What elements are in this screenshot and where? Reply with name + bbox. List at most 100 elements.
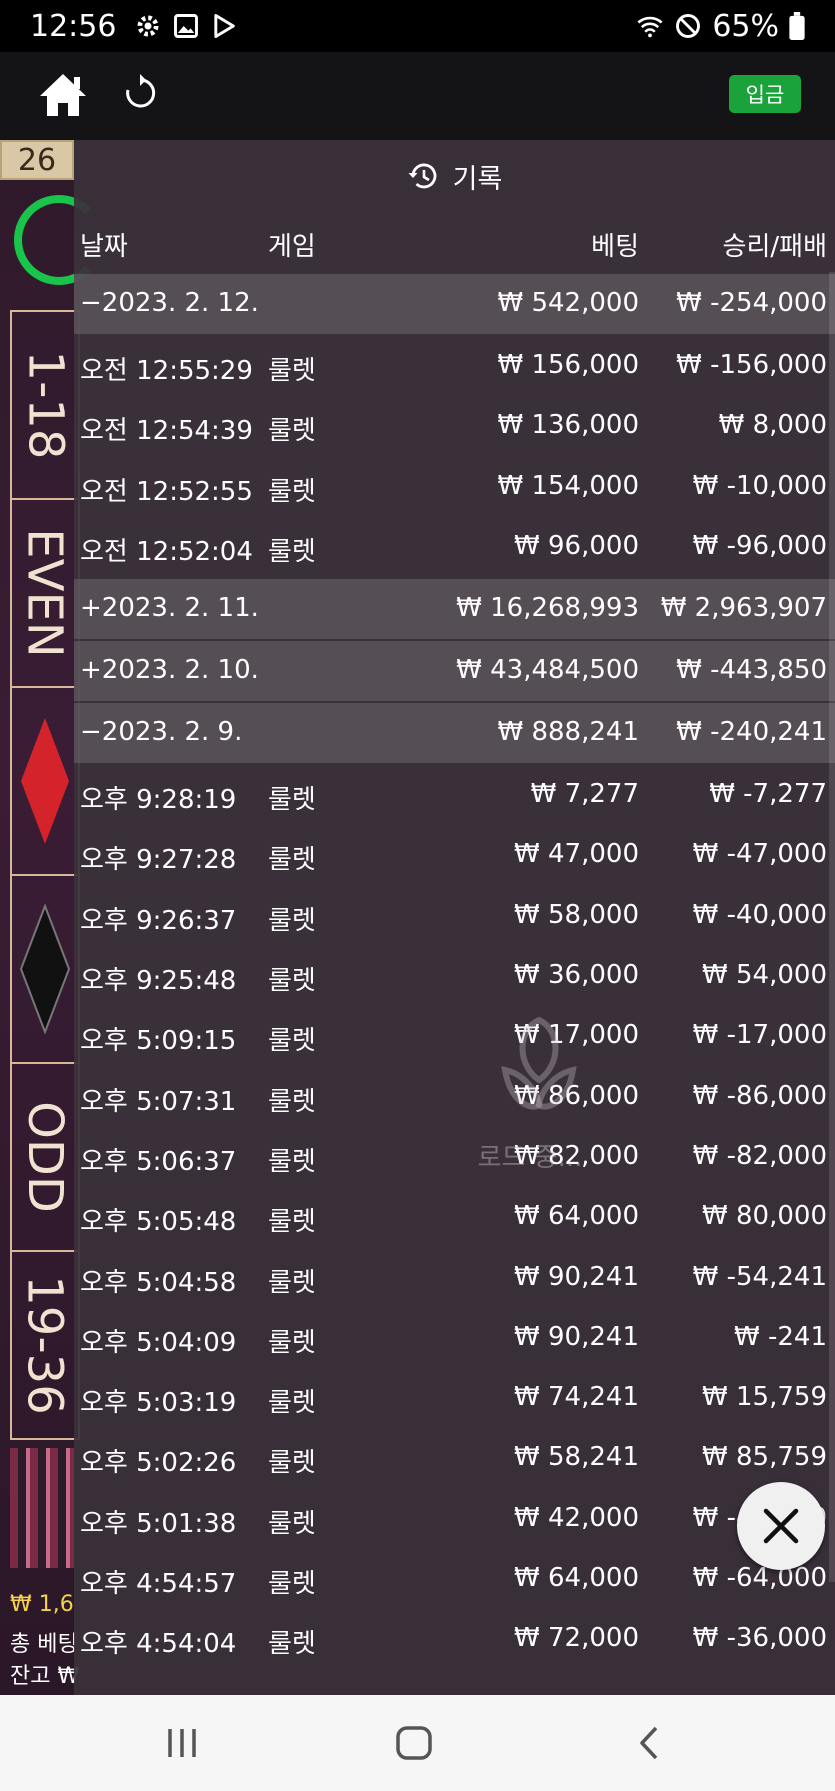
history-row[interactable]: 오후 9:25:48 룰렛 ₩ 36,000 ₩ 54,000 bbox=[74, 946, 835, 1006]
row-win-loss: ₩ 80,000 bbox=[702, 1201, 827, 1232]
date-group-row[interactable]: +2023. 2. 10. ₩ 43,484,500 ₩ -443,850 bbox=[74, 641, 835, 702]
recents-icon[interactable] bbox=[162, 1723, 202, 1763]
date-group-row[interactable]: −2023. 2. 9. ₩ 888,241 ₩ -240,241 bbox=[74, 703, 835, 764]
history-row[interactable]: 오후 4:54:04 룰렛 ₩ 72,000 ₩ -36,000 bbox=[74, 1609, 835, 1669]
history-row[interactable]: 오후 5:03:19 룰렛 ₩ 74,241 ₩ 15,759 bbox=[74, 1368, 835, 1428]
bet-cell-even[interactable]: EVEN bbox=[10, 498, 80, 686]
close-icon bbox=[763, 1508, 799, 1544]
row-bet: ₩ 58,241 bbox=[514, 1442, 639, 1473]
scrollbar[interactable] bbox=[829, 272, 835, 1582]
date-group-row[interactable]: −2023. 2. 12. ₩ 542,000 ₩ -254,000 bbox=[74, 274, 835, 334]
row-date: 오후 5:05:48 bbox=[80, 1207, 237, 1238]
row-bet: ₩ 542,000 bbox=[497, 288, 640, 318]
history-row[interactable]: 오전 12:52:04 룰렛 ₩ 96,000 ₩ -96,000 bbox=[74, 517, 835, 577]
row-bet: ₩ 90,241 bbox=[514, 1261, 639, 1292]
row-win-loss: ₩ -36,000 bbox=[692, 1623, 827, 1654]
bet-cell-1-18[interactable]: 1-18 bbox=[10, 310, 80, 498]
row-game: 룰렛 bbox=[268, 1267, 316, 1298]
row-date: 오후 5:06:37 bbox=[80, 1146, 237, 1177]
history-row[interactable]: 오후 5:05:48 룰렛 ₩ 64,000 ₩ 80,000 bbox=[74, 1187, 835, 1247]
row-win-loss: ₩ -54,241 bbox=[692, 1261, 827, 1292]
loading-text: 로드 중... bbox=[477, 1143, 583, 1173]
bet-cell-red[interactable] bbox=[10, 686, 80, 874]
history-row[interactable]: 오후 9:26:37 룰렛 ₩ 58,000 ₩ -40,000 bbox=[74, 886, 835, 946]
header-game: 게임 bbox=[268, 232, 316, 262]
bet-cell-odd[interactable]: ODD bbox=[10, 1062, 80, 1250]
row-bet: ₩ 7,277 bbox=[530, 779, 639, 810]
balance-amount: ₩ 1,6 bbox=[10, 1592, 74, 1617]
history-row[interactable]: 오후 4:54:57 룰렛 ₩ 64,000 ₩ -64,000 bbox=[74, 1549, 835, 1609]
top-app-bar: 입금 bbox=[0, 52, 835, 140]
back-icon[interactable] bbox=[630, 1723, 670, 1763]
system-nav-bar bbox=[0, 1695, 835, 1791]
row-game: 룰렛 bbox=[268, 1207, 316, 1238]
row-game: 룰렛 bbox=[268, 1026, 316, 1057]
row-date: 오후 9:26:37 bbox=[80, 905, 237, 936]
row-win-loss: ₩ -40,000 bbox=[692, 899, 827, 930]
row-date: −2023. 2. 12. bbox=[80, 288, 259, 318]
row-win-loss: ₩ 85,759 bbox=[702, 1442, 827, 1473]
date-group-row[interactable]: +2023. 2. 11. ₩ 16,268,993 ₩ 2,963,907 bbox=[74, 579, 835, 640]
row-win-loss: ₩ -82,000 bbox=[692, 1140, 827, 1171]
row-date: 오전 12:55:29 bbox=[80, 356, 253, 386]
row-date: 오전 12:52:04 bbox=[80, 536, 253, 567]
row-game: 룰렛 bbox=[268, 1569, 316, 1600]
balance-label: 잔고 ₩ bbox=[10, 1664, 80, 1689]
row-date: 오후 5:04:58 bbox=[80, 1267, 237, 1298]
history-row[interactable]: 오전 12:52:55 룰렛 ₩ 154,000 ₩ -10,000 bbox=[74, 457, 835, 517]
history-row[interactable]: 오전 12:54:39 룰렛 ₩ 136,000 ₩ 8,000 bbox=[74, 396, 835, 456]
header-bet: 베팅 bbox=[591, 232, 639, 262]
history-row[interactable]: 오후 5:09:15 룰렛 ₩ 17,000 ₩ -17,000 bbox=[74, 1006, 835, 1066]
dealer-video-thumbnail[interactable] bbox=[10, 1448, 74, 1568]
wifi-icon bbox=[637, 16, 663, 38]
row-bet: ₩ 74,241 bbox=[514, 1382, 639, 1413]
history-row[interactable]: 오후 5:06:37 룰렛 ₩ 82,000 ₩ -82,000 bbox=[74, 1127, 835, 1187]
history-row[interactable]: 오후 9:28:19 룰렛 ₩ 7,277 ₩ -7,277 bbox=[74, 765, 835, 825]
row-bet: ₩ 136,000 bbox=[497, 410, 640, 441]
history-row[interactable]: 오후 5:02:26 룰렛 ₩ 58,241 ₩ 85,759 bbox=[74, 1428, 835, 1488]
history-row[interactable]: 오전 12:55:29 룰렛 ₩ 156,000 ₩ -156,000 bbox=[74, 336, 835, 396]
row-game: 룰렛 bbox=[268, 845, 316, 876]
row-win-loss: ₩ -443,850 bbox=[676, 655, 827, 686]
bet-cell-19-36[interactable]: 19-36 bbox=[10, 1250, 80, 1440]
panel-title-text: 기록 bbox=[452, 163, 503, 195]
row-win-loss: ₩ -7,277 bbox=[709, 779, 827, 810]
close-button[interactable] bbox=[737, 1482, 825, 1570]
row-date: +2023. 2. 10. bbox=[80, 655, 259, 686]
do-not-disturb-icon bbox=[676, 14, 701, 38]
history-row[interactable]: 오후 5:07:31 룰렛 ₩ 86,000 ₩ -86,000 bbox=[74, 1067, 835, 1127]
nav-home-icon[interactable] bbox=[394, 1723, 434, 1763]
history-row[interactable]: 오후 5:04:09 룰렛 ₩ 90,241 ₩ -241 bbox=[74, 1308, 835, 1368]
history-row[interactable]: 오후 9:27:28 룰렛 ₩ 47,000 ₩ -47,000 bbox=[74, 825, 835, 885]
bet-cell-label: ODD bbox=[17, 1101, 74, 1213]
history-panel: 기록 날짜 게임 베팅 승리/패배 −2023. 2. 12. ₩ 542,000… bbox=[74, 140, 835, 1695]
row-date: 오후 9:28:19 bbox=[80, 785, 237, 816]
battery-percent: 65% bbox=[712, 8, 779, 44]
row-bet: ₩ 96,000 bbox=[514, 530, 639, 561]
row-game: 룰렛 bbox=[268, 1629, 316, 1660]
row-bet: ₩ 16,268,993 bbox=[456, 593, 639, 624]
refresh-icon[interactable] bbox=[122, 72, 158, 112]
row-win-loss: ₩ 8,000 bbox=[718, 410, 827, 441]
row-win-loss: ₩ 54,000 bbox=[702, 960, 827, 991]
header-win-loss: 승리/패배 bbox=[722, 232, 827, 262]
row-game: 룰렛 bbox=[268, 905, 316, 936]
row-win-loss: ₩ -254,000 bbox=[676, 288, 827, 318]
row-bet: ₩ 154,000 bbox=[497, 470, 640, 501]
column-header: 날짜 게임 베팅 승리/패배 bbox=[74, 212, 835, 272]
home-icon[interactable] bbox=[38, 72, 88, 118]
row-game: 룰렛 bbox=[268, 785, 316, 816]
row-date: 오후 5:01:38 bbox=[80, 1508, 237, 1539]
row-game: 룰렛 bbox=[268, 1448, 316, 1479]
deposit-button[interactable]: 입금 bbox=[729, 75, 801, 113]
history-row[interactable]: 오후 5:01:38룰렛₩ 42,000₩ -42,000 bbox=[74, 1489, 835, 1549]
image-icon bbox=[174, 14, 199, 38]
row-date: 오후 5:04:09 bbox=[80, 1327, 237, 1358]
row-game: 룰렛 bbox=[268, 476, 316, 507]
status-time: 12:56 bbox=[30, 8, 117, 44]
bet-cell-black[interactable] bbox=[10, 874, 80, 1062]
row-date: 오전 12:54:39 bbox=[80, 416, 253, 447]
red-diamond-icon bbox=[21, 718, 69, 844]
play-store-icon bbox=[214, 14, 236, 38]
history-row[interactable]: 오후 5:04:58 룰렛 ₩ 90,241 ₩ -54,241 bbox=[74, 1248, 835, 1308]
